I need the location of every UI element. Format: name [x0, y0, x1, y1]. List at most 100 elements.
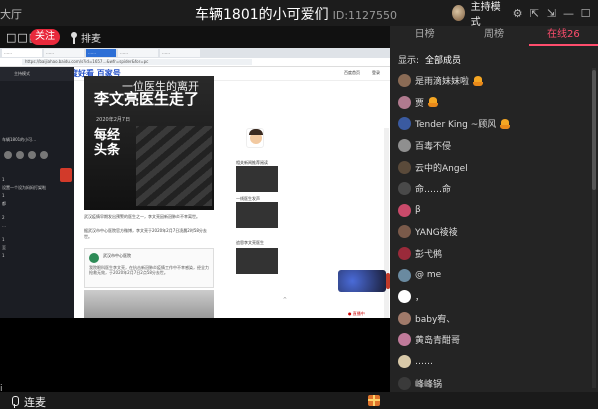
- member-row[interactable]: Tender King ~顾风: [390, 113, 590, 135]
- member-avatar: [398, 160, 411, 174]
- tab-daily[interactable]: 日榜: [390, 26, 459, 46]
- member-row[interactable]: 峰峰锅: [390, 372, 590, 394]
- shared-screen: …… …… …… …… …… https://baijiahao.baidu.c…: [0, 48, 390, 318]
- member-name: 贾: [415, 98, 425, 109]
- member-name: 百毒不侵: [415, 142, 452, 153]
- connect-mic-button[interactable]: 连麦: [10, 394, 46, 409]
- member-avatar: [398, 139, 411, 153]
- share-icon[interactable]: ⇱: [529, 6, 540, 20]
- article-headline: 李文亮医生走了: [94, 90, 200, 108]
- host-mode-label[interactable]: 主持模式: [471, 0, 502, 28]
- filter-value[interactable]: 全部成员: [425, 56, 461, 66]
- title-bar: 大厅 车辆1801的小可爱们 ID:1127550 主持模式 ⚙ ⇱ ⇲ — ☐ …: [0, 0, 598, 28]
- floating-video-thumb[interactable]: [338, 270, 386, 292]
- overlay-line: 设置一个设为妈妈打架啦: [2, 185, 46, 190]
- member-row[interactable]: 百毒不侵: [390, 135, 590, 157]
- related-thumb: [236, 202, 278, 228]
- member-row[interactable]: @ me: [390, 264, 590, 286]
- tab-weekly[interactable]: 周榜: [459, 26, 528, 46]
- overlay-line: 至: [2, 245, 6, 250]
- article-paragraph: 据武汉市中心医院官方微博，李文亮于2020年2月7日凌晨2时58分去世。: [84, 228, 207, 239]
- follow-button[interactable]: 关注: [30, 29, 60, 45]
- overlay-badge-icon: [60, 168, 72, 182]
- member-row[interactable]: 彭弋鸺: [390, 243, 590, 265]
- member-name: 峰峰锅: [415, 379, 443, 390]
- maximize-icon[interactable]: ☐: [580, 6, 591, 20]
- host-badge-icon: [473, 75, 484, 86]
- tab-online[interactable]: 在线26: [528, 26, 598, 46]
- microphone-icon: [10, 396, 19, 408]
- embed-text: 我院眼科医生李文亮，在抗击新冠肺炎疫情工作中不幸感染，经全力抢救无效，于2020…: [89, 265, 209, 275]
- member-name: baby宥、: [415, 314, 456, 325]
- member-name: 是雨滴妹妹啦: [415, 77, 470, 88]
- site-link: 登录: [372, 70, 380, 75]
- member-row[interactable]: 云中的Angel: [390, 156, 590, 178]
- member-list-scroll-thumb[interactable]: [592, 70, 596, 190]
- member-row[interactable]: YANG祾祾: [390, 221, 590, 243]
- mic-queue-label: 排麦: [81, 34, 101, 45]
- browser-tab-strip: …… …… …… …… ……: [0, 48, 390, 58]
- room-subbar: □□□ 关注 排麦: [0, 26, 390, 48]
- overlay-line: 2: [2, 215, 5, 220]
- minimize-icon[interactable]: —: [563, 6, 574, 20]
- overlay-line: 车辆1801的小可…: [2, 137, 37, 142]
- member-avatar: [398, 268, 411, 282]
- mic-queue-button[interactable]: 排麦: [70, 30, 101, 45]
- member-row[interactable]: β: [390, 200, 590, 222]
- member-name: YANG祾祾: [415, 228, 458, 239]
- member-avatar: [398, 117, 411, 131]
- lobby-link[interactable]: 大厅: [0, 6, 22, 22]
- video-lower-area: [0, 318, 390, 392]
- member-row[interactable]: 黄岛青酣哥: [390, 329, 590, 351]
- browser-tab: ……: [44, 49, 84, 57]
- browser-address-bar: https://baijiahao.baidu.com/s?id=1657…&w…: [0, 58, 390, 67]
- overlay-line: 都: [2, 201, 6, 206]
- url-field: https://baijiahao.baidu.com/s?id=1657…&w…: [22, 59, 252, 65]
- related-thumb: [236, 248, 278, 274]
- member-avatar: [398, 290, 411, 304]
- member-avatar: [398, 311, 411, 325]
- member-name: 命……命: [415, 185, 452, 196]
- connect-mic-label: 连麦: [24, 396, 46, 409]
- member-panel: 日榜 周榜 在线26 显示: 全部成员 是雨滴妹妹啦贾 Tender King ~顾…: [390, 26, 598, 392]
- article-brand: 每经 头条: [94, 128, 121, 158]
- member-row[interactable]: baby宥、: [390, 308, 590, 330]
- embed-author: 武汉市中心医院: [103, 253, 131, 258]
- member-row[interactable]: ，: [390, 286, 590, 308]
- member-name: ……: [415, 356, 433, 367]
- related-caption: 追思李文亮医生: [236, 240, 264, 245]
- article-photo: [84, 290, 214, 318]
- member-row[interactable]: 贾: [390, 92, 590, 114]
- ranking-tabs: 日榜 周榜 在线26: [390, 26, 598, 46]
- browser-tab: ……: [118, 49, 158, 57]
- browser-tab: ……: [160, 49, 200, 57]
- overlay-line: 1: [2, 193, 5, 198]
- member-row[interactable]: 是雨滴妹妹啦: [390, 70, 590, 92]
- overlay-line: 1: [2, 177, 5, 182]
- member-list: 是雨滴妹妹啦贾 Tender King ~顾风 百毒不侵云中的Angel 命……命 β Y…: [390, 70, 590, 394]
- gear-icon[interactable]: ⚙: [512, 6, 523, 20]
- member-name: ，: [415, 293, 425, 304]
- member-filter[interactable]: 显示: 全部成员: [398, 53, 461, 66]
- overlay-line: 1: [2, 253, 5, 258]
- member-name: 黄岛青酣哥: [415, 336, 461, 347]
- member-name: 云中的Angel: [415, 163, 468, 174]
- member-avatar: [398, 355, 411, 369]
- gift-icon[interactable]: [368, 395, 380, 406]
- article-paragraph: 武汉疫情早期发出预警的医生之一，李文亮因新冠肺炎不幸离世。: [84, 214, 200, 219]
- member-row[interactable]: ……: [390, 351, 590, 373]
- member-row[interactable]: 命……命: [390, 178, 590, 200]
- host-avatar[interactable]: [452, 5, 465, 21]
- popout-icon[interactable]: ⇲: [546, 6, 557, 20]
- member-name: Tender King ~顾风: [415, 120, 497, 131]
- related-caption: 相关新闻推荐阅读: [236, 160, 268, 165]
- member-avatar: [398, 225, 411, 239]
- embedded-weibo-card: 武汉市中心医院 我院眼科医生李文亮，在抗击新冠肺炎疫情工作中不幸感染，经全力抢救…: [84, 248, 214, 288]
- member-avatar: [398, 95, 411, 109]
- article-date: 2020年2月7日: [96, 117, 131, 123]
- member-name: β: [415, 205, 421, 216]
- author-avatar-icon: [246, 128, 264, 148]
- overlay-line: 1: [2, 237, 5, 242]
- hospital-logo-icon: [89, 253, 99, 263]
- article-cover-image: 一位医生的离开 李文亮医生走了 2020年2月7日 每经 头条: [84, 76, 214, 210]
